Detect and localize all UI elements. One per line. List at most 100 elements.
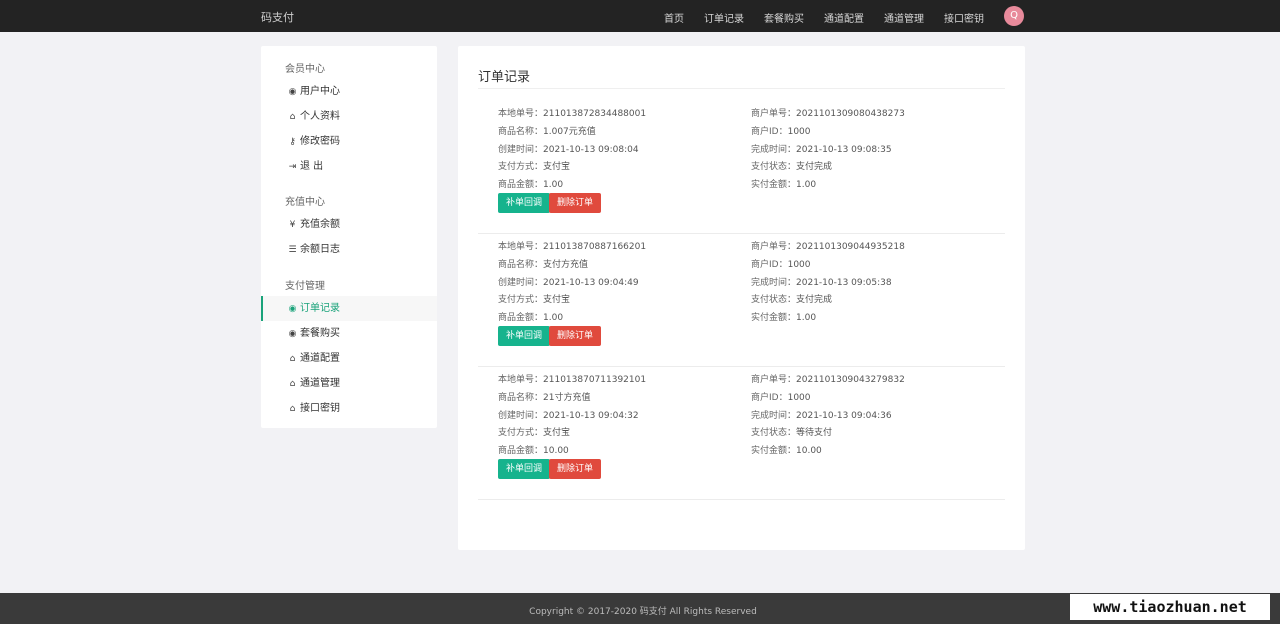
field-label: 商户单号： (751, 242, 797, 252)
callback-button[interactable]: 补单回调 (498, 326, 551, 346)
order-field-paid: 实付金额：1.00 (751, 310, 816, 323)
order-field-amount: 商品金额：10.00 (498, 443, 569, 456)
lock-icon: ⌂ (289, 404, 296, 414)
order-field-created: 创建时间：2021-10-13 09:04:49 (498, 275, 639, 288)
field-value: 211013870887166201 (543, 242, 647, 252)
sidebar-item-label: 充值余额 (300, 219, 340, 230)
field-label: 本地单号： (498, 242, 544, 252)
sidebar-item[interactable]: ⚷ 修改密码 (261, 129, 437, 154)
field-value: 211013872834488001 (543, 109, 647, 119)
title-divider (478, 88, 1005, 89)
field-label: 本地单号： (498, 109, 544, 119)
field-label: 商品金额： (498, 180, 544, 191)
list-icon: ☰ (288, 245, 297, 255)
sidebar-item[interactable]: ⌂ 接口密钥 (261, 396, 437, 421)
field-value: 1.00 (543, 313, 564, 324)
user-avatar[interactable]: Q (1004, 6, 1024, 26)
watermark: www.tiaozhuan.net (1070, 594, 1270, 620)
field-label: 商户ID： (751, 392, 788, 403)
order-field-pay-method: 支付方式：支付宝 (498, 292, 570, 305)
sidebar-item[interactable]: ⌂ 通道配置 (261, 346, 437, 371)
sidebar-item[interactable]: ◉ 套餐购买 (261, 321, 437, 346)
order-field-finished: 完成时间：2021-10-13 09:05:38 (751, 275, 892, 288)
field-label: 支付方式： (498, 428, 544, 439)
order-field-merchant-no: 商户单号：2021101309043279832 (751, 372, 905, 385)
field-label: 商户ID： (751, 126, 788, 137)
sidebar-item[interactable]: ☰ 余额日志 (261, 237, 437, 262)
order-field-created: 创建时间：2021-10-13 09:08:04 (498, 142, 639, 155)
field-label: 本地单号： (498, 375, 544, 385)
field-label: 完成时间： (751, 277, 797, 288)
field-value: 2021-10-13 09:04:32 (543, 410, 639, 421)
field-label: 支付状态： (751, 162, 797, 173)
order-field-pay-status: 支付状态：支付完成 (751, 292, 832, 305)
order-card: 本地单号：211013870711392101 商品名称：21寸方充值创建时间：2… (478, 367, 1005, 500)
brand-logo[interactable]: 码支付 (261, 9, 294, 25)
order-field-merchant-id: 商户ID：1000 (751, 124, 811, 137)
field-value: 2021-10-13 09:08:04 (543, 144, 639, 155)
order-field-finished: 完成时间：2021-10-13 09:08:35 (751, 142, 892, 155)
field-value: 1000 (787, 392, 811, 403)
field-label: 商户单号： (751, 375, 797, 385)
order-field-local-no: 本地单号：211013872834488001 (498, 106, 646, 119)
field-label: 商品名称： (498, 126, 544, 137)
lock-icon: ⌂ (289, 112, 296, 122)
nav-packages[interactable]: 套餐购买 (764, 10, 804, 25)
field-label: 支付状态： (751, 295, 797, 306)
field-value: 2021-10-13 09:04:49 (543, 277, 639, 288)
field-value: 支付宝 (543, 295, 571, 306)
order-field-pay-method: 支付方式：支付宝 (498, 159, 570, 172)
sidebar-item-label: 修改密码 (300, 136, 340, 147)
order-field-product: 商品名称：支付方充值 (498, 257, 588, 270)
order-field-product: 商品名称：21寸方充值 (498, 390, 590, 403)
order-field-pay-status: 支付状态：支付完成 (751, 159, 832, 172)
order-field-amount: 商品金额：1.00 (498, 310, 563, 323)
field-value: 2021-10-13 09:04:36 (796, 410, 892, 421)
lock-icon: ⌂ (289, 379, 296, 389)
delete-order-button[interactable]: 删除订单 (549, 326, 602, 346)
nav-channel-manage[interactable]: 通道管理 (884, 10, 924, 25)
order-field-paid: 实付金额：1.00 (751, 177, 816, 190)
order-field-merchant-no: 商户单号：2021101309080438273 (751, 106, 905, 119)
sidebar-item-label: 个人资料 (300, 111, 340, 122)
order-field-created: 创建时间：2021-10-13 09:04:32 (498, 408, 639, 421)
sidebar-item[interactable]: ⌂ 通道管理 (261, 371, 437, 396)
field-value: 10.00 (543, 446, 569, 457)
order-field-merchant-id: 商户ID：1000 (751, 390, 811, 403)
delete-order-button[interactable]: 删除订单 (549, 459, 602, 479)
order-field-merchant-id: 商户ID：1000 (751, 257, 811, 270)
callback-button[interactable]: 补单回调 (498, 459, 551, 479)
sidebar-item[interactable]: ¥ 充值余额 (261, 212, 437, 237)
field-label: 完成时间： (751, 144, 797, 155)
nav-channel-config[interactable]: 通道配置 (824, 10, 864, 25)
field-label: 支付状态： (751, 428, 797, 439)
sidebar-item-label: 通道配置 (300, 353, 340, 364)
field-value: 211013870711392101 (543, 375, 647, 385)
sidebar-item[interactable]: ⌂ 个人资料 (261, 104, 437, 129)
field-value: 1.00 (543, 180, 564, 191)
sidebar-item[interactable]: ◉ 用户中心 (261, 79, 437, 104)
field-label: 支付方式： (498, 162, 544, 173)
field-value: 1.00 (796, 180, 817, 191)
order-field-amount: 商品金额：1.00 (498, 177, 563, 190)
order-field-paid: 实付金额：10.00 (751, 443, 822, 456)
user-circle-icon: ◉ (288, 329, 297, 339)
callback-button[interactable]: 补单回调 (498, 193, 551, 213)
field-label: 实付金额： (751, 180, 797, 191)
delete-order-button[interactable]: 删除订单 (549, 193, 602, 213)
field-label: 创建时间： (498, 144, 544, 155)
field-value: 2021-10-13 09:05:38 (796, 277, 892, 288)
top-navbar: 码支付 首页 订单记录 套餐购买 通道配置 通道管理 接口密钥 Q (0, 0, 1280, 32)
nav-api-key[interactable]: 接口密钥 (944, 10, 984, 25)
lock-icon: ⌂ (289, 354, 296, 364)
field-label: 商户ID： (751, 259, 788, 270)
user-circle-icon: ◉ (288, 87, 297, 97)
sidebar-item-label: 套餐购买 (300, 328, 340, 339)
sidebar-item[interactable]: ◉ 订单记录 (261, 296, 437, 321)
nav-home[interactable]: 首页 (664, 10, 684, 25)
field-value: 2021101309043279832 (796, 375, 905, 385)
sidebar-item[interactable]: ⇥ 退 出 (261, 154, 437, 179)
sidebar: 会员中心 ◉ 用户中心 ⌂ 个人资料 ⚷ 修改密码 ⇥ 退 出充值中心 ¥ 充值余额 ☰ 余额日志 支付管… (261, 46, 437, 428)
nav-orders[interactable]: 订单记录 (704, 10, 744, 25)
sidebar-item-label: 接口密钥 (300, 403, 340, 414)
